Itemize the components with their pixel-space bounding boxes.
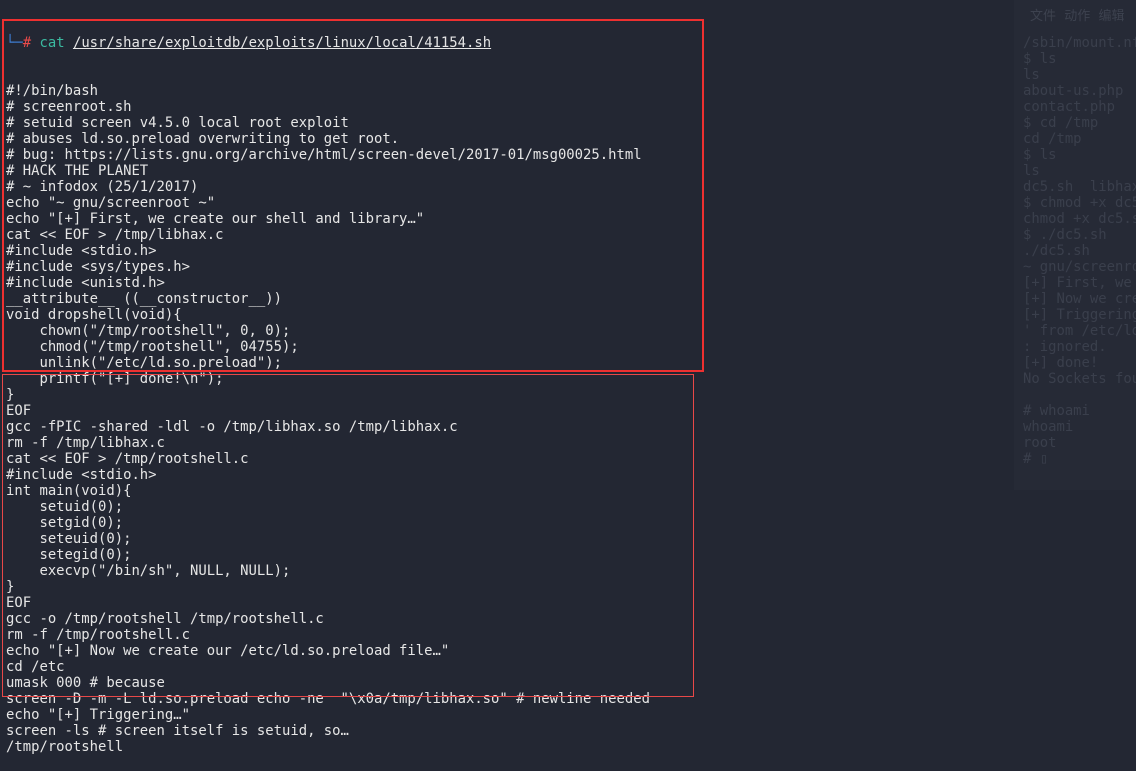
background-line: dc5.sh libhax: [1023, 179, 1136, 195]
background-line: ls: [1023, 163, 1040, 179]
background-line: $ ./dc5.sh: [1023, 227, 1107, 243]
background-line: # whoami: [1023, 403, 1090, 419]
background-line: [+] Triggering: [1023, 307, 1136, 323]
background-line: [+] Now we cre: [1023, 291, 1136, 307]
background-line: whoami: [1023, 419, 1074, 435]
output-line: echo "[+] Triggering…": [6, 707, 190, 723]
background-line: root: [1023, 435, 1057, 451]
background-line: ' from /etc/ld: [1023, 323, 1136, 339]
background-line: ./dc5.sh: [1023, 243, 1090, 259]
background-line: $ cd /tmp: [1023, 115, 1099, 131]
highlight-box-rootshell: [2, 374, 694, 697]
background-line: : ignored.: [1023, 339, 1107, 355]
background-line: cd /tmp: [1023, 131, 1082, 147]
background-line: ~ gnu/screenro: [1023, 259, 1136, 275]
background-line: contact.php: [1023, 99, 1115, 115]
background-line: [+] First, we: [1023, 275, 1132, 291]
background-line: # ▯: [1023, 451, 1049, 467]
background-line: $ chmod +x dc5: [1023, 195, 1136, 211]
background-line: about-us.php: [1023, 83, 1124, 99]
background-line: ls: [1023, 67, 1040, 83]
background-line: $ ls: [1023, 51, 1057, 67]
background-menu-bar: 文件 动作 编辑: [1030, 9, 1125, 24]
background-line: chmod +x dc5.s: [1023, 211, 1136, 227]
background-terminal-window[interactable]: 文件 动作 编辑 /sbin/mount.nfs $ ls ls about-us.p…: [1014, 0, 1136, 490]
output-line: /tmp/rootshell: [6, 739, 124, 755]
highlight-box-library: [2, 19, 704, 372]
background-line: [+] done!: [1023, 355, 1099, 371]
background-line: [1023, 387, 1136, 403]
background-line: $ ls: [1023, 147, 1057, 163]
background-line: No Sockets fou: [1023, 371, 1136, 387]
background-terminal-output: /sbin/mount.nfs $ ls ls about-us.php contact…: [1023, 35, 1136, 467]
output-line: screen -ls # screen itself is setuid, so…: [6, 723, 349, 739]
background-line: /sbin/mount.nfs: [1023, 35, 1136, 51]
